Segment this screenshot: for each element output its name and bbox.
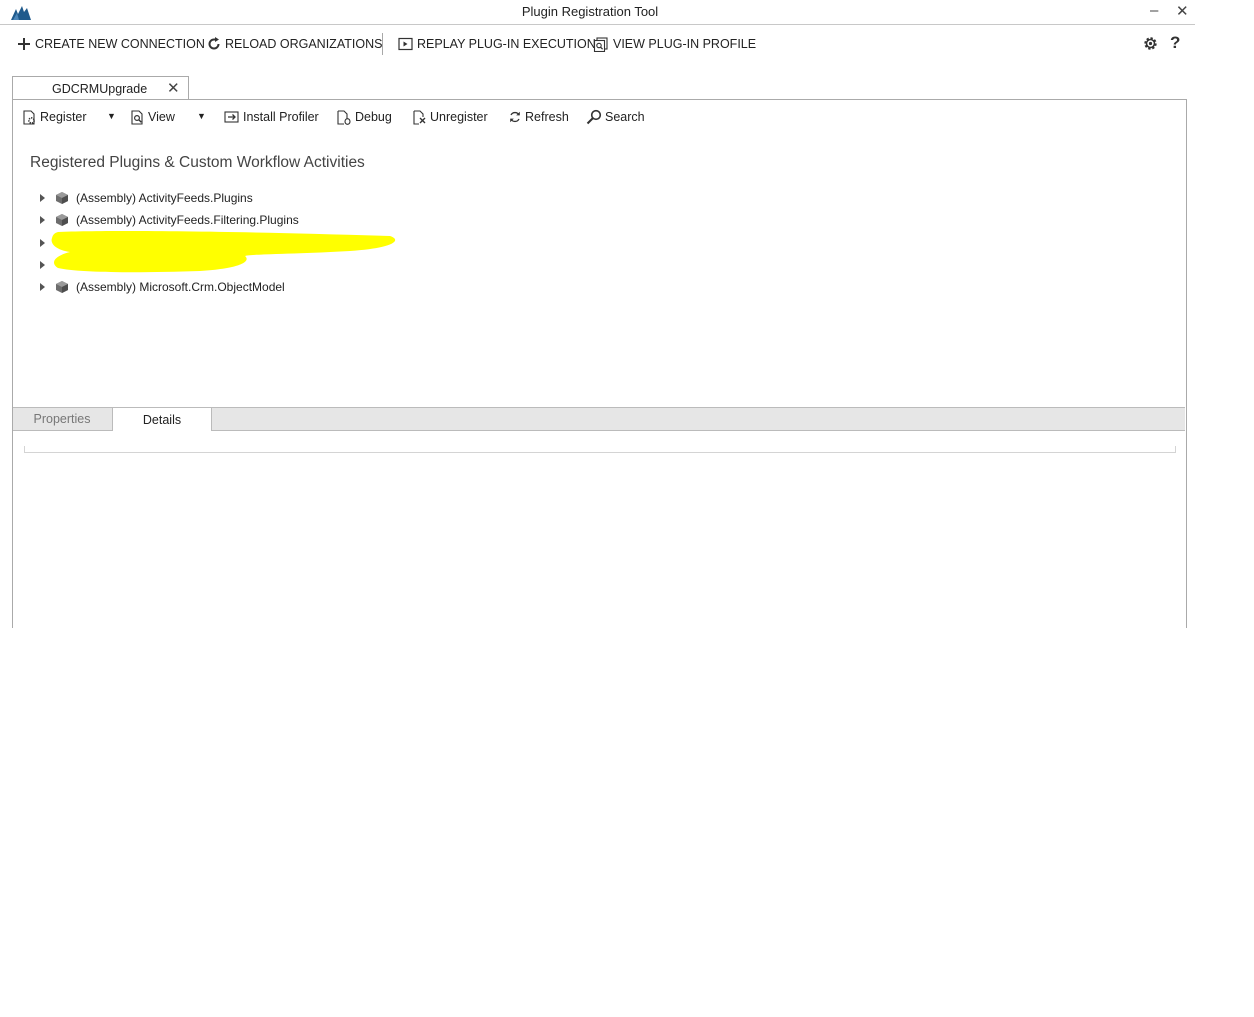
install-profiler-button[interactable]: Install Profiler	[224, 109, 319, 125]
section-title: Registered Plugins & Custom Workflow Act…	[30, 154, 365, 171]
search-icon	[586, 109, 602, 125]
view-dropdown-arrow-icon[interactable]: ▼	[197, 111, 206, 121]
debug-icon	[336, 109, 352, 125]
register-gear-icon	[22, 109, 37, 125]
debug-button[interactable]: Debug	[336, 109, 392, 125]
register-button[interactable]: Register	[22, 109, 87, 125]
command-separator	[382, 33, 383, 55]
install-profiler-icon	[224, 110, 240, 124]
close-window-button[interactable]: ✕	[1176, 2, 1189, 20]
connection-tab[interactable]: GDCRMUpgrade ✕	[12, 76, 189, 101]
expand-arrow-icon[interactable]	[40, 261, 45, 269]
create-new-connection-button[interactable]: CREATE NEW CONNECTION	[17, 34, 205, 54]
redaction-highlight	[51, 231, 396, 273]
create-new-connection-label: CREATE NEW CONNECTION	[35, 37, 205, 51]
refresh-button[interactable]: Refresh	[508, 109, 569, 125]
unregister-icon	[412, 109, 427, 125]
details-content-area	[24, 446, 1176, 453]
replay-plugin-execution-button[interactable]: REPLAY PLUG-IN EXECUTION	[398, 34, 596, 54]
view-plugin-profile-label: VIEW PLUG-IN PROFILE	[613, 37, 757, 51]
assembly-cube-icon	[55, 191, 69, 205]
unregister-label: Unregister	[430, 110, 488, 124]
tab-properties[interactable]: Properties	[13, 408, 111, 430]
tree-item-assembly[interactable]: (Assembly) ActivityFeeds.Filtering.Plugi…	[40, 211, 299, 229]
debug-label: Debug	[355, 110, 392, 124]
help-question-icon[interactable]: ?	[1170, 33, 1180, 53]
search-button[interactable]: Search	[586, 109, 645, 125]
view-label: View	[148, 110, 175, 124]
tree-item-label: (Assembly) ActivityFeeds.Filtering.Plugi…	[76, 213, 299, 227]
unregister-button[interactable]: Unregister	[412, 109, 488, 125]
settings-gear-icon[interactable]	[1142, 35, 1159, 57]
minimize-button[interactable]: –	[1150, 2, 1158, 19]
refresh-label: Refresh	[525, 110, 569, 124]
expand-arrow-icon[interactable]	[40, 283, 45, 291]
view-profile-icon	[593, 36, 609, 52]
install-profiler-label: Install Profiler	[243, 110, 319, 124]
tree-item-label: (Assembly) Microsoft.Crm.ObjectModel	[76, 280, 285, 294]
register-label: Register	[40, 110, 87, 124]
expand-arrow-icon[interactable]	[40, 216, 45, 224]
search-label: Search	[605, 110, 645, 124]
connection-tab-label: GDCRMUpgrade	[52, 82, 148, 96]
reload-organizations-button[interactable]: RELOAD ORGANIZATIONS	[207, 34, 382, 54]
expand-arrow-icon[interactable]	[40, 194, 45, 202]
expand-arrow-icon[interactable]	[40, 239, 45, 247]
view-button[interactable]: View	[130, 109, 175, 125]
replay-plugin-execution-label: REPLAY PLUG-IN EXECUTION	[417, 37, 596, 51]
assembly-cube-icon	[55, 280, 69, 294]
view-plugin-profile-button[interactable]: VIEW PLUG-IN PROFILE	[593, 34, 756, 54]
plus-icon	[17, 37, 31, 51]
reload-organizations-label: RELOAD ORGANIZATIONS	[225, 37, 383, 51]
tree-item-label: (Assembly) ActivityFeeds.Plugins	[76, 191, 253, 205]
register-dropdown-arrow-icon[interactable]: ▼	[107, 111, 116, 121]
tree-item-assembly[interactable]: (Assembly) Microsoft.Crm.ObjectModel	[40, 278, 285, 296]
reload-icon	[207, 37, 221, 51]
close-tab-icon[interactable]: ✕	[167, 79, 180, 97]
main-panel	[12, 99, 1187, 628]
window-title: Plugin Registration Tool	[521, 4, 659, 19]
replay-icon	[398, 37, 413, 51]
assembly-cube-icon	[55, 213, 69, 227]
tab-details[interactable]: Details	[112, 408, 212, 431]
tree-item-assembly[interactable]: (Assembly) ActivityFeeds.Plugins	[40, 189, 253, 207]
refresh-icon	[508, 110, 522, 124]
view-magnifier-icon	[130, 109, 145, 125]
